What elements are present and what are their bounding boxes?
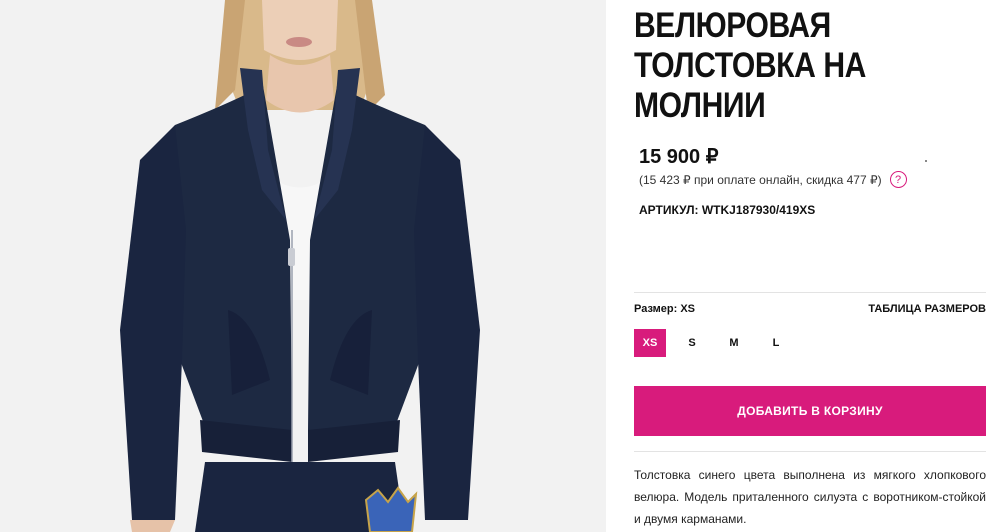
question-circle-icon[interactable]: ? xyxy=(889,171,907,188)
product-image[interactable] xyxy=(0,0,606,532)
size-option-s[interactable]: S xyxy=(676,329,708,357)
product-info-panel: ВЕЛЮРОВАЯ ТОЛСТОВКА НА МОЛНИИ 15 900 ₽ (… xyxy=(634,0,986,532)
product-price: 15 900 ₽ xyxy=(639,146,719,168)
product-photo-illustration xyxy=(0,0,606,532)
decorative-dot xyxy=(925,160,927,162)
size-options: XS S M L xyxy=(634,329,792,357)
selected-size-label: Размер: XS xyxy=(634,303,696,315)
add-to-cart-button[interactable]: ДОБАВИТЬ В КОРЗИНУ xyxy=(634,386,986,436)
size-option-xs[interactable]: XS xyxy=(634,329,666,357)
online-price-note: (15 423 ₽ при оплате онлайн, скидка 477 … xyxy=(639,172,882,187)
size-chart-link[interactable]: ТАБЛИЦА РАЗМЕРОВ xyxy=(868,303,986,315)
product-sku: АРТИКУЛ: WTKJ187930/419XS xyxy=(639,203,815,217)
sku-value: WTKJ187930/419XS xyxy=(701,203,816,217)
product-title: ВЕЛЮРОВАЯ ТОЛСТОВКА НА МОЛНИИ xyxy=(634,6,866,125)
product-description: Толстовка синего цвета выполнена из мягк… xyxy=(634,468,986,526)
divider xyxy=(634,451,986,452)
size-option-l[interactable]: L xyxy=(760,329,792,357)
size-option-m[interactable]: M xyxy=(718,329,750,357)
divider xyxy=(634,292,986,293)
online-price-note-row: (15 423 ₽ при оплате онлайн, скидка 477 … xyxy=(639,171,907,188)
sku-label: АРТИКУЛ: xyxy=(639,203,699,217)
